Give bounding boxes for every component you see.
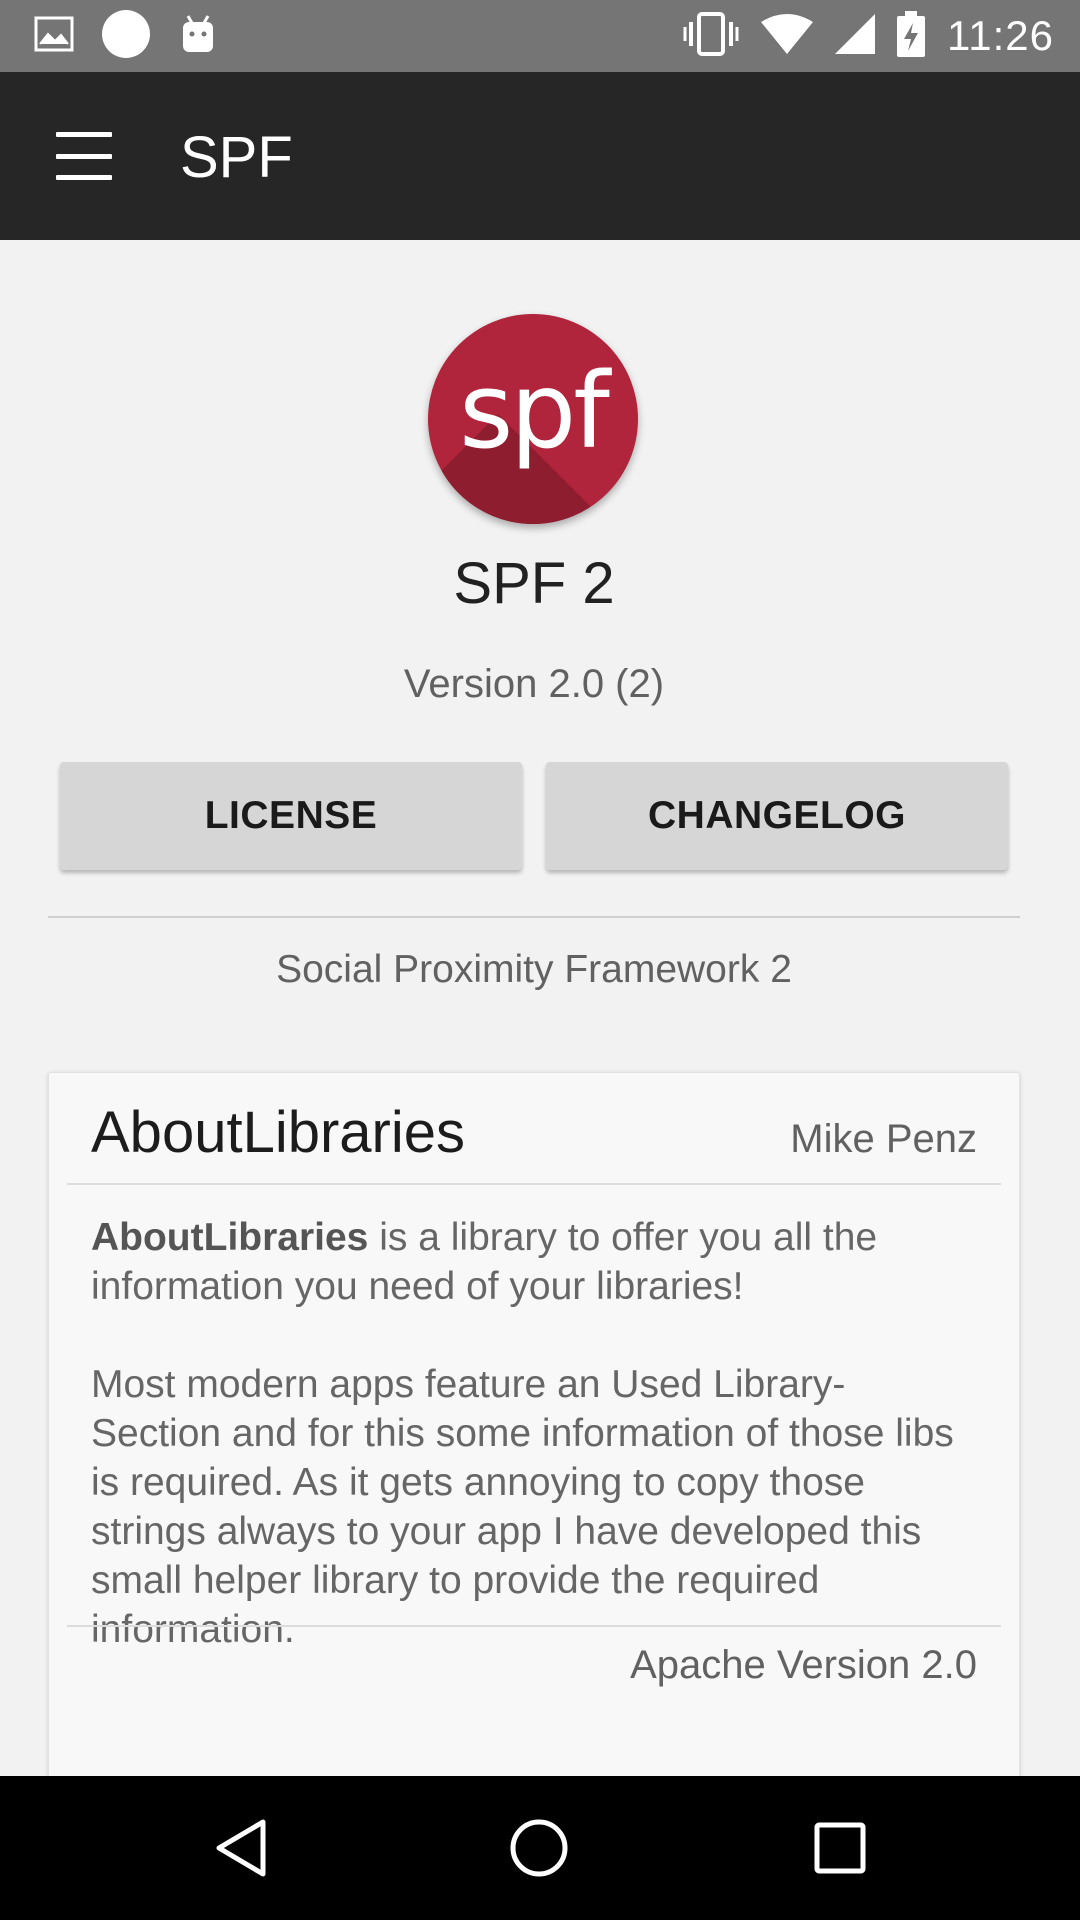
wifi-icon <box>761 13 813 59</box>
library-author[interactable]: Mike Penz <box>790 1117 977 1162</box>
app-bar-title: SPF <box>180 125 293 190</box>
status-bar-system: 11:26 <box>683 10 1054 62</box>
image-icon <box>34 16 74 57</box>
recents-square-icon[interactable] <box>795 1812 885 1884</box>
card-divider-bottom <box>67 1625 1001 1627</box>
divider <box>48 916 1020 918</box>
app-bar: SPF <box>0 72 1080 240</box>
circle-icon <box>100 8 152 65</box>
app-version: Version 2.0 (2) <box>403 662 665 706</box>
status-bar-notifications <box>34 9 218 60</box>
navigation-bar <box>0 1776 1080 1920</box>
app-name: SPF 2 <box>453 551 615 616</box>
library-name[interactable]: AboutLibraries <box>91 1099 465 1166</box>
hamburger-menu-icon[interactable] <box>46 124 122 188</box>
home-circle-icon[interactable] <box>494 1812 584 1884</box>
back-triangle-icon[interactable] <box>196 1812 286 1884</box>
status-bar: 11:26 <box>0 0 1080 72</box>
battery-charging-icon <box>897 10 925 62</box>
library-description-paragraph-2: Most modern apps feature an Used Library… <box>91 1363 954 1651</box>
app-description: Social Proximity Framework 2 <box>276 948 792 991</box>
changelog-button[interactable]: CHANGELOG <box>546 762 1008 870</box>
app-logo-text: spf <box>459 350 610 472</box>
library-description: AboutLibraries is a library to offer you… <box>91 1213 971 1654</box>
card-divider <box>67 1183 1001 1185</box>
library-description-bold: AboutLibraries <box>91 1216 369 1259</box>
library-description-paragraph: AboutLibraries is a library to offer you… <box>91 1213 971 1311</box>
status-clock: 11:26 <box>947 12 1054 59</box>
vibrate-icon <box>683 11 739 61</box>
library-card[interactable]: AboutLibraries Mike Penz AboutLibraries … <box>48 1072 1020 1776</box>
signal-icon <box>835 13 875 59</box>
android-icon <box>178 14 218 59</box>
library-license[interactable]: Apache Version 2.0 <box>630 1643 977 1688</box>
app-logo: spf <box>428 314 638 524</box>
about-content[interactable]: spf SPF 2 Version 2.0 (2) LICENSE CHANGE… <box>0 240 1080 1776</box>
license-button[interactable]: LICENSE <box>60 762 522 870</box>
